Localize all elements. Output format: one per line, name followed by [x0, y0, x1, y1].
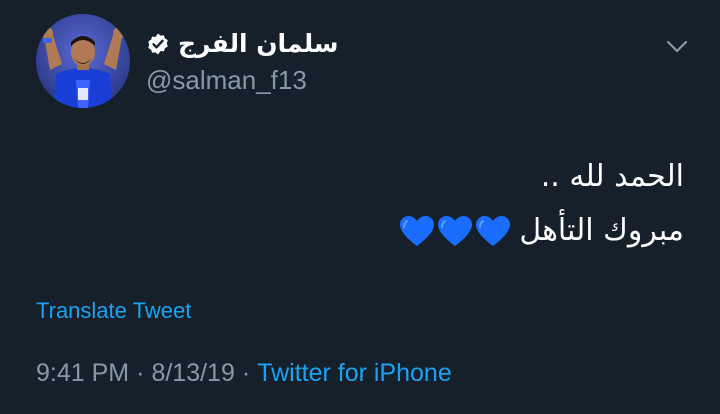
- meta-separator: ·: [241, 359, 251, 387]
- meta-separator: ·: [136, 359, 145, 387]
- author-name-row: سلمان الفرج: [146, 26, 339, 62]
- blue-heart-icon: [437, 215, 473, 248]
- profile-avatar[interactable]: [36, 14, 130, 108]
- blue-heart-icon: [475, 215, 511, 248]
- avatar-image: [36, 14, 130, 108]
- tweet-text: الحمد لله .. مبروك التأهل: [84, 150, 684, 258]
- tweet-date: 8/13/19: [151, 359, 235, 387]
- tweet-line-1: الحمد لله ..: [84, 150, 684, 204]
- tweet-meta: 9:41 PM · 8/13/19 · Twitter for iPhone: [36, 356, 452, 390]
- verified-badge-icon: [146, 32, 170, 56]
- tweet-source-link[interactable]: Twitter for iPhone: [257, 359, 452, 387]
- blue-heart-icon: [399, 215, 435, 248]
- author-display-name[interactable]: سلمان الفرج: [178, 27, 339, 61]
- tweet-line-1-text: الحمد لله ..: [540, 159, 684, 194]
- chevron-down-icon[interactable]: [666, 40, 688, 54]
- author-block: سلمان الفرج @salman_f13: [146, 26, 339, 96]
- tweet-line-2-text: مبروك التأهل: [519, 213, 684, 248]
- translate-tweet-link[interactable]: Translate Tweet: [36, 296, 191, 326]
- tweet-card: سلمان الفرج @salman_f13 الحمد لله .. مبر…: [0, 0, 720, 414]
- author-handle[interactable]: @salman_f13: [146, 64, 339, 96]
- tweet-line-2: مبروك التأهل: [84, 204, 684, 258]
- blue-heart-emojis: [397, 215, 511, 248]
- tweet-time: 9:41 PM: [36, 359, 130, 387]
